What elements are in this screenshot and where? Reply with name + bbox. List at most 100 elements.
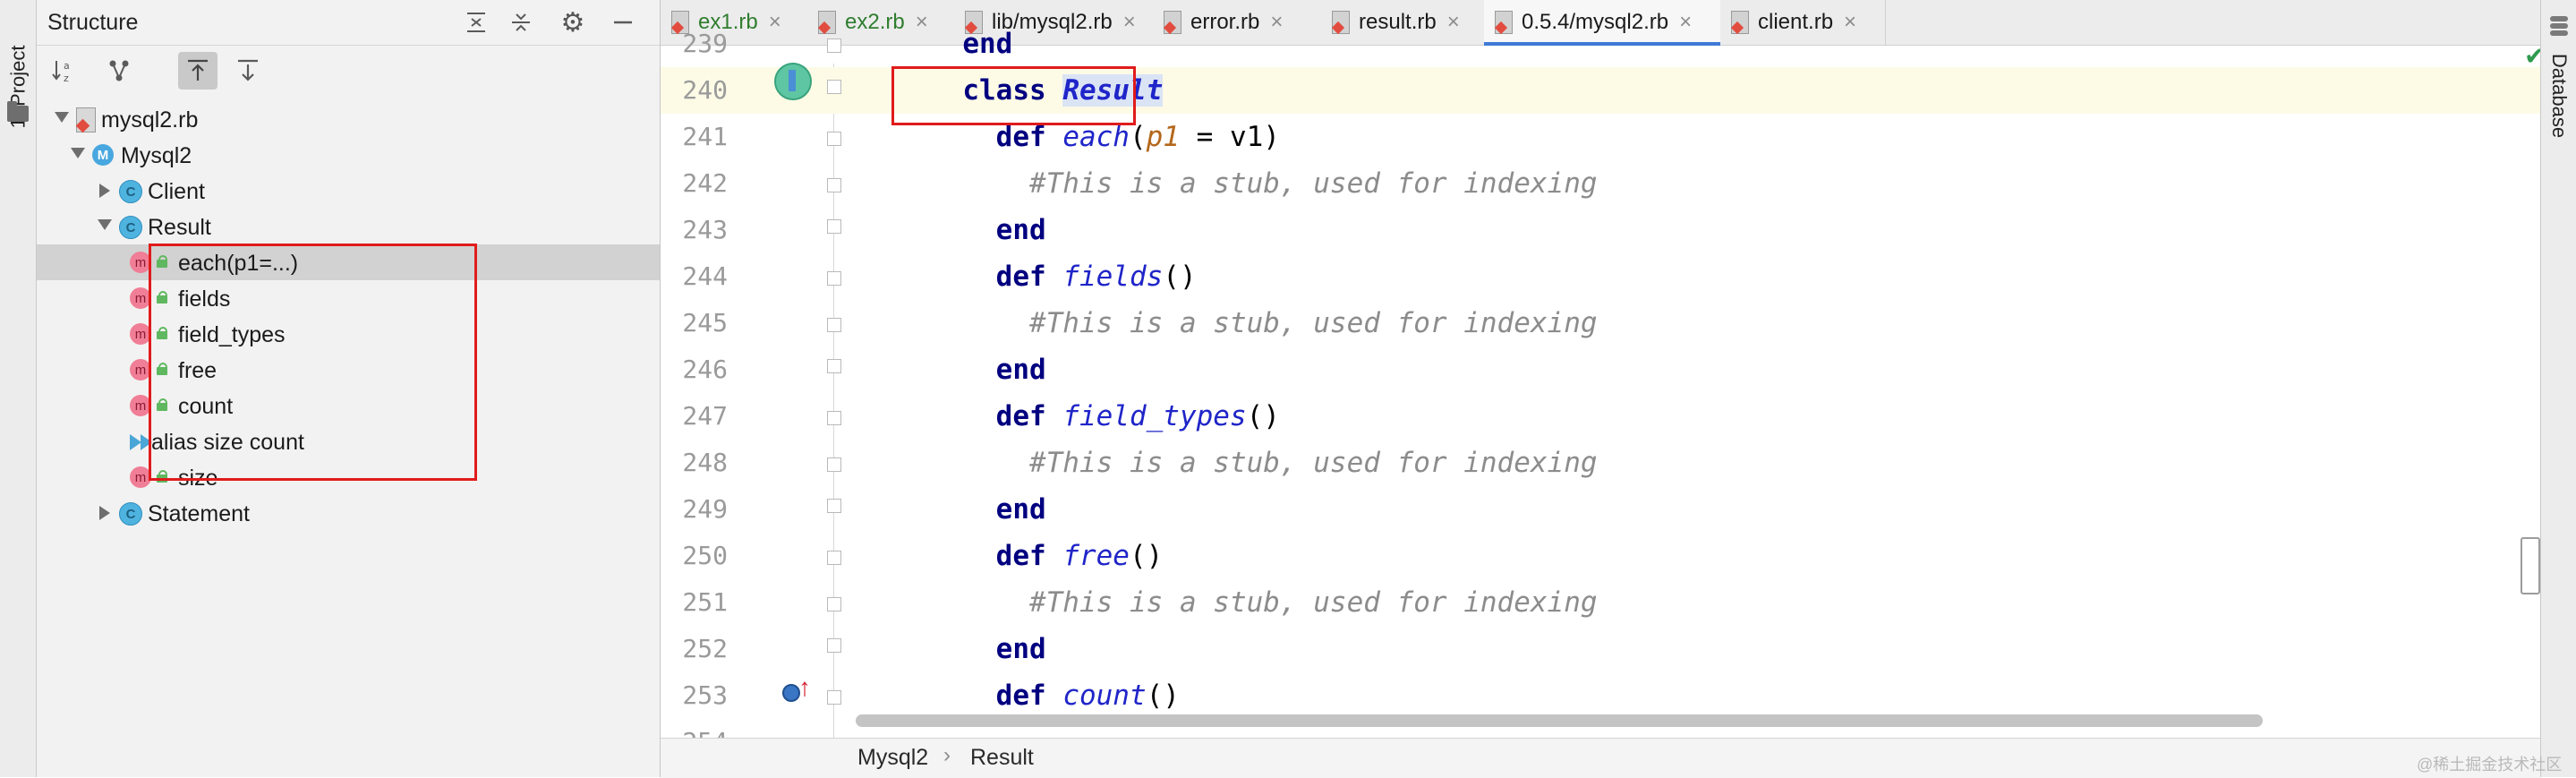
fold-marker-icon[interactable] (827, 80, 841, 94)
tree-node-class[interactable]: C Result (37, 209, 660, 244)
breadcrumb-item-module[interactable]: Mysql2 (857, 745, 928, 771)
tree-node-method[interactable]: m count (37, 388, 660, 423)
public-lock-icon (157, 291, 167, 304)
tree-node-label: each(p1=...) (178, 251, 299, 276)
code-line[interactable]: 242 #This is a stub, used for indexing (661, 160, 2540, 207)
collapse-all-icon[interactable] (504, 5, 538, 39)
database-tool-window-button[interactable]: Database (2546, 47, 2572, 145)
tree-node-label: mysql2.rb (101, 107, 199, 133)
code-text: def fields() (929, 261, 1197, 293)
expand-all-icon[interactable] (459, 5, 493, 39)
tree-node-label: count (178, 394, 234, 419)
code-line[interactable]: 241 def each(p1 = v1) (661, 114, 2540, 160)
line-number: 244 (682, 261, 728, 291)
fold-marker-icon[interactable] (827, 178, 841, 192)
expand-arrow-icon[interactable] (99, 184, 110, 198)
method-icon: m (130, 323, 151, 345)
breadcrumb-item-class[interactable]: Result (970, 745, 1034, 771)
code-text: #This is a stub, used for indexing (929, 167, 1598, 200)
fold-marker-icon[interactable] (827, 551, 841, 565)
line-number: 248 (682, 448, 728, 477)
line-number: 242 (682, 168, 728, 198)
code-line[interactable]: 245 #This is a stub, used for indexing (661, 300, 2540, 346)
line-number: 239 (682, 29, 728, 58)
tree-node-method[interactable]: m each(p1=...) (37, 244, 660, 280)
tree-node-method[interactable]: m size (37, 459, 660, 495)
code-text: end (929, 214, 1046, 246)
code-line[interactable]: 248 #This is a stub, used for indexing (661, 440, 2540, 486)
public-lock-icon (157, 470, 167, 483)
fold-marker-icon[interactable] (827, 132, 841, 146)
svg-text:a: a (64, 60, 70, 72)
tree-node-method[interactable]: m field_types (37, 316, 660, 352)
vertical-scroll-thumb[interactable] (2521, 537, 2540, 594)
collapse-arrow-icon[interactable] (98, 219, 112, 230)
fold-marker-icon[interactable] (827, 271, 841, 286)
tree-node-class[interactable]: C Client (37, 173, 660, 209)
show-inherited-icon[interactable] (99, 52, 139, 90)
structure-header: Structure ⚙ (37, 0, 660, 46)
tree-node-label: Statement (148, 501, 250, 526)
method-icon: m (130, 252, 151, 273)
code-line[interactable]: 249 end (661, 486, 2540, 533)
line-number: 247 (682, 401, 728, 431)
horizontal-scrollbar[interactable] (856, 714, 2263, 727)
autoscroll-from-source-icon[interactable] (228, 52, 268, 90)
code-line[interactable]: 251 #This is a stub, used for indexing (661, 579, 2540, 626)
autoscroll-to-source-icon[interactable] (178, 52, 218, 90)
fold-marker-icon[interactable] (827, 499, 841, 513)
tree-node-file[interactable]: mysql2.rb (37, 101, 660, 137)
collapse-arrow-icon[interactable] (55, 112, 69, 123)
code-text: class Result (929, 74, 1164, 107)
tree-node-label: field_types (178, 322, 286, 347)
code-line[interactable]: 250 def free() (661, 533, 2540, 579)
tree-node-label: Result (148, 215, 211, 240)
method-icon: m (130, 466, 151, 488)
database-icon[interactable] (2550, 16, 2568, 39)
line-number: 240 (682, 75, 728, 105)
fold-marker-icon[interactable] (827, 690, 841, 705)
fold-marker-icon[interactable] (827, 38, 841, 53)
code-line[interactable]: 244 def fields() (661, 253, 2540, 300)
bookmark-icon[interactable] (774, 63, 812, 100)
fold-marker-icon[interactable] (827, 457, 841, 472)
fold-marker-icon[interactable] (827, 359, 841, 373)
tree-node-class[interactable]: C Statement (37, 495, 660, 531)
code-line[interactable]: 253 def count() (661, 672, 2540, 719)
line-number: 246 (682, 355, 728, 384)
structure-title: Structure (47, 10, 139, 35)
fold-marker-icon[interactable] (827, 597, 841, 611)
code-line[interactable]: 247 def field_types() (661, 393, 2540, 440)
folder-icon[interactable] (7, 101, 29, 122)
gear-icon[interactable]: ⚙ (556, 5, 590, 39)
fold-marker-icon[interactable] (827, 219, 841, 234)
line-number: 251 (682, 587, 728, 617)
method-icon: m (130, 359, 151, 380)
code-line[interactable]: 246 end (661, 346, 2540, 393)
fold-marker-icon[interactable] (827, 411, 841, 425)
method-icon: m (130, 287, 151, 309)
minimize-icon[interactable] (606, 5, 640, 39)
right-tool-stripe: Database (2540, 0, 2576, 777)
expand-arrow-icon[interactable] (99, 506, 110, 520)
public-lock-icon (157, 398, 167, 411)
watermark: @稀土掘金技术社区 (2417, 756, 2563, 774)
project-tool-window-button[interactable]: 1: Project (5, 20, 30, 154)
code-line[interactable]: 243 end (661, 207, 2540, 253)
overrides-method-icon[interactable]: ↑ (782, 673, 818, 704)
fold-marker-icon[interactable] (827, 638, 841, 653)
line-number: 253 (682, 680, 728, 710)
current-code-line[interactable]: 240 class Result (661, 67, 2540, 114)
breadcrumb: Mysql2 › Result (661, 738, 2540, 778)
code-line[interactable]: 239 end (661, 21, 2540, 67)
tree-node-alias[interactable]: alias size count (37, 423, 660, 459)
collapse-arrow-icon[interactable] (71, 148, 85, 158)
code-text: #This is a stub, used for indexing (929, 447, 1598, 479)
fold-marker-icon[interactable] (827, 318, 841, 332)
code-line[interactable]: 252 end (661, 626, 2540, 672)
left-tool-stripe: 1: Project (0, 0, 37, 777)
sort-alphabetically-icon[interactable]: az (44, 52, 83, 90)
tree-node-module[interactable]: M Mysql2 (37, 137, 660, 173)
tree-node-method[interactable]: m fields (37, 280, 660, 316)
tree-node-method[interactable]: m free (37, 352, 660, 388)
